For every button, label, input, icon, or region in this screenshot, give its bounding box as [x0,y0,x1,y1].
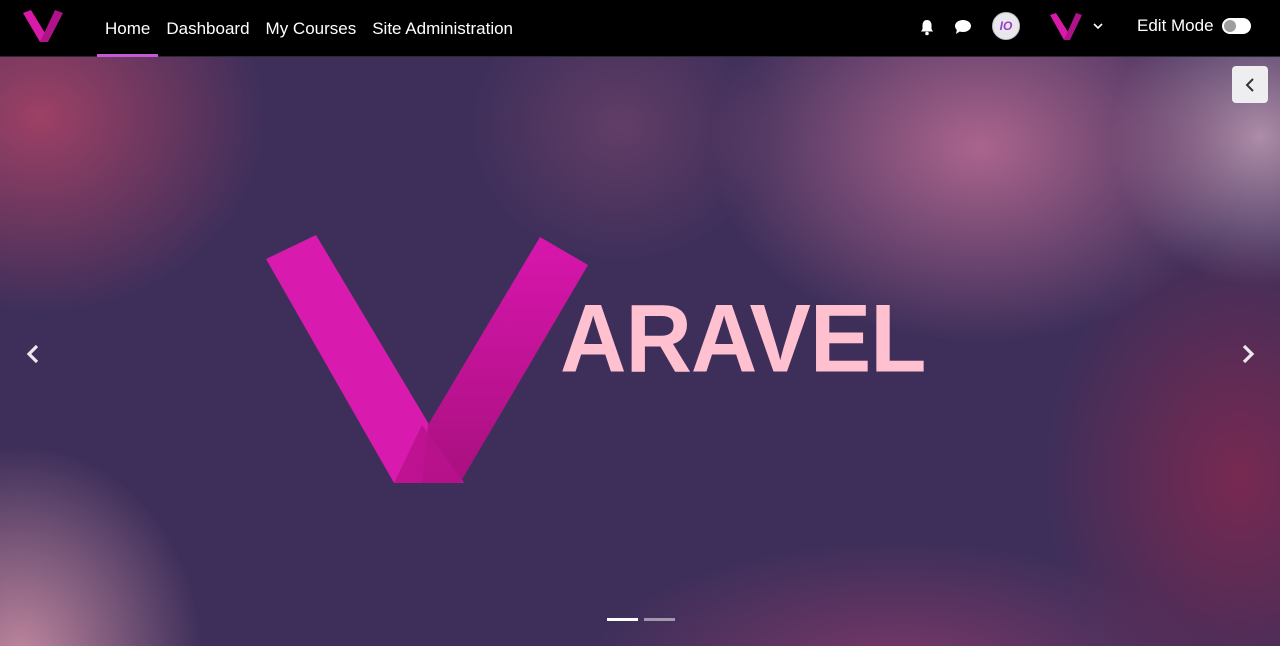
carousel-indicator-1[interactable] [607,618,638,621]
carousel-indicators [607,618,675,621]
edit-mode-label: Edit Mode [1137,16,1214,35]
varavel-v-logo-icon [23,10,63,42]
chevron-left-icon [1245,77,1254,92]
hero-wordmark: ARAVEL [560,285,926,393]
chat-bubble-icon [955,20,971,34]
notifications-button[interactable] [915,16,939,38]
chevron-down-icon [1093,23,1103,30]
carousel-previous-button[interactable] [20,340,46,368]
primary-navigation: Home Dashboard My Courses Site Administr… [97,0,521,57]
user-avatar[interactable]: IO [992,12,1020,40]
top-navbar: Home Dashboard My Courses Site Administr… [0,0,1280,57]
brand-logo[interactable] [21,9,65,45]
varavel-v-logo [266,235,588,483]
hero-carousel: ARAVEL [0,57,1280,646]
chevron-right-icon [1242,344,1255,364]
open-drawer-button[interactable] [1232,66,1268,103]
nav-home[interactable]: Home [97,0,159,57]
user-menu-toggle[interactable] [1048,10,1110,44]
carousel-indicator-2[interactable] [644,618,675,621]
chevron-left-icon [26,344,39,364]
toggle-knob [1224,20,1236,32]
edit-mode-toggle[interactable] [1222,18,1251,34]
messages-button[interactable] [951,16,975,38]
nav-site-administration[interactable]: Site Administration [364,0,521,57]
varavel-v-logo-icon [1050,13,1082,40]
nav-my-courses[interactable]: My Courses [258,0,365,57]
bell-icon [921,19,933,35]
nav-dashboard[interactable]: Dashboard [158,0,257,57]
carousel-next-button[interactable] [1235,340,1261,368]
